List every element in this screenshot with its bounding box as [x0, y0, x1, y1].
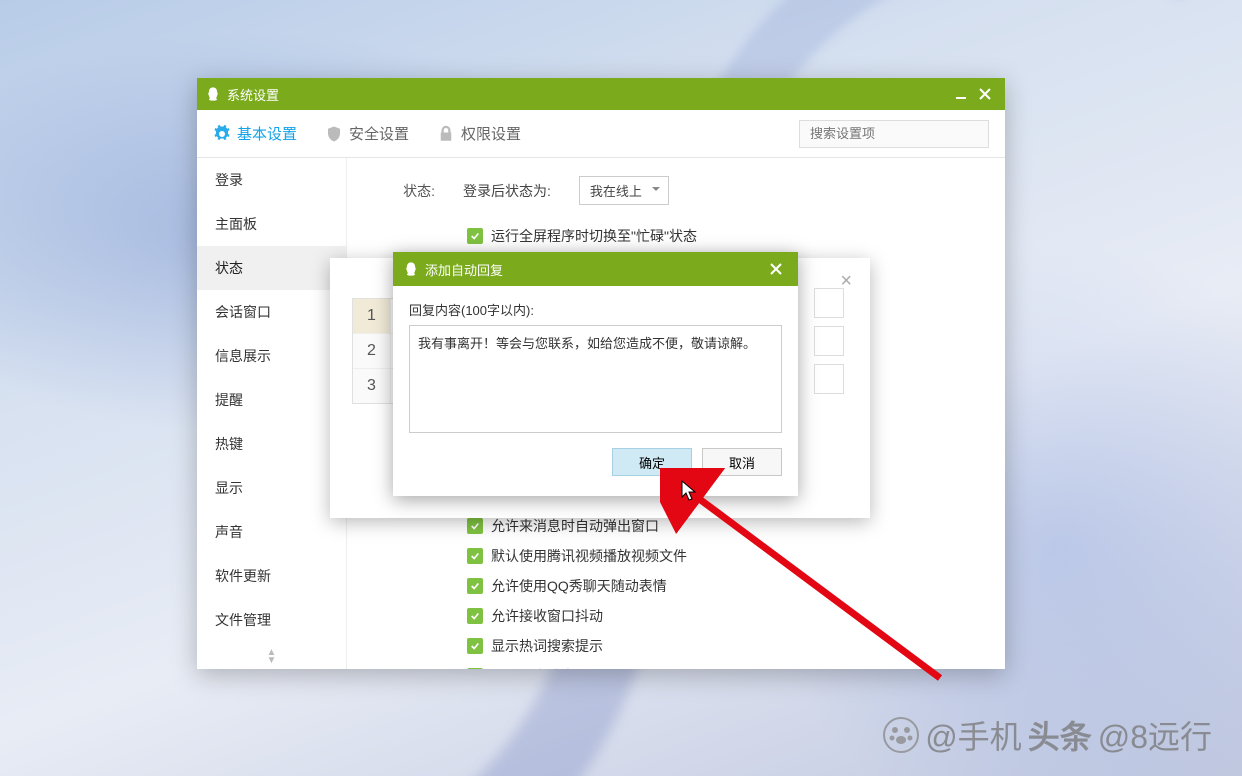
checkbox-icon[interactable]: [467, 638, 483, 654]
check-fullscreen-label: 运行全屏程序时切换至"忙碌"状态: [491, 226, 697, 246]
window-title: 系统设置: [227, 85, 279, 104]
dialog-content-label: 回复内容(100字以内):: [409, 300, 782, 319]
shield-icon: [325, 125, 343, 143]
qq-penguin-icon: [403, 261, 419, 277]
sidebar-item-chat[interactable]: 会话窗口: [197, 290, 346, 334]
tab-label: 权限设置: [461, 123, 521, 144]
check-label: 允许使用QQ秀聊天随动表情: [491, 576, 667, 596]
list-num[interactable]: 3: [353, 369, 391, 403]
dialog-title-bar: 添加自动回复: [393, 252, 798, 286]
qq-penguin-icon: [205, 86, 221, 102]
tab-permission[interactable]: 权限设置: [437, 123, 521, 144]
sidebar-item-reminder[interactable]: 提醒: [197, 378, 346, 422]
minimize-button[interactable]: [949, 82, 973, 106]
tab-basic[interactable]: 基本设置: [213, 123, 297, 144]
sidebar-scroll-indicator: ▲▼: [197, 649, 346, 665]
checkbox-icon[interactable]: [467, 608, 483, 624]
search-input[interactable]: [810, 126, 986, 141]
sidebar-item-login[interactable]: 登录: [197, 158, 346, 202]
checkbox-icon[interactable]: [467, 548, 483, 564]
watermark-text: 头条: [1028, 712, 1092, 758]
dialog-close-button[interactable]: [764, 257, 788, 281]
sidebar-item-mainpanel[interactable]: 主面板: [197, 202, 346, 246]
watermark-text: @8远行: [1098, 712, 1212, 758]
watermark: @手机 头条 @8远行: [883, 712, 1212, 758]
sidebar-item-info[interactable]: 信息展示: [197, 334, 346, 378]
paw-icon: [883, 717, 919, 753]
add-auto-reply-dialog: 添加自动回复 回复内容(100字以内): 确定 取消: [393, 252, 798, 496]
list-num[interactable]: 2: [353, 334, 391, 368]
sidebar-item-filemgr[interactable]: 文件管理: [197, 598, 346, 642]
search-box[interactable]: [799, 120, 989, 148]
check-label: 显示历史消息记录: [491, 666, 603, 669]
sidebar-item-sound[interactable]: 声音: [197, 510, 346, 554]
checkbox-icon[interactable]: [467, 228, 483, 244]
status-section-label: 状态:: [375, 181, 435, 201]
check-label: 默认使用腾讯视频播放视频文件: [491, 546, 687, 566]
gear-icon: [213, 125, 231, 143]
checkbox-icon[interactable]: [467, 518, 483, 534]
close-button[interactable]: [973, 82, 997, 106]
checkbox-icon[interactable]: [467, 668, 483, 669]
lock-icon: [437, 125, 455, 143]
reply-content-textarea[interactable]: [409, 325, 782, 433]
tab-bar: 基本设置 安全设置 权限设置: [197, 110, 1005, 158]
sidebar: 登录 主面板 状态 会话窗口 信息展示 提醒 热键 显示 声音 软件更新 文件管…: [197, 158, 347, 669]
tab-label: 基本设置: [237, 123, 297, 144]
check-label: 允许来消息时自动弹出窗口: [491, 516, 659, 536]
check-label: 显示热词搜索提示: [491, 636, 603, 656]
dialog-title: 添加自动回复: [425, 260, 503, 279]
sidebar-item-hotkey[interactable]: 热键: [197, 422, 346, 466]
login-status-label: 登录后状态为:: [463, 181, 551, 201]
check-label: 允许接收窗口抖动: [491, 606, 603, 626]
login-status-select[interactable]: 我在线上: [579, 176, 669, 205]
sidebar-item-status[interactable]: 状态: [197, 246, 346, 290]
list-num[interactable]: 1: [353, 299, 391, 333]
ok-button[interactable]: 确定: [612, 448, 692, 476]
sidebar-item-update[interactable]: 软件更新: [197, 554, 346, 598]
cursor-icon: [681, 480, 699, 502]
tab-label: 安全设置: [349, 123, 409, 144]
tab-security[interactable]: 安全设置: [325, 123, 409, 144]
window-title-bar: 系统设置: [197, 78, 1005, 110]
sidebar-item-display[interactable]: 显示: [197, 466, 346, 510]
watermark-text: @手机: [925, 712, 1022, 758]
checkbox-icon[interactable]: [467, 578, 483, 594]
cancel-button[interactable]: 取消: [702, 448, 782, 476]
